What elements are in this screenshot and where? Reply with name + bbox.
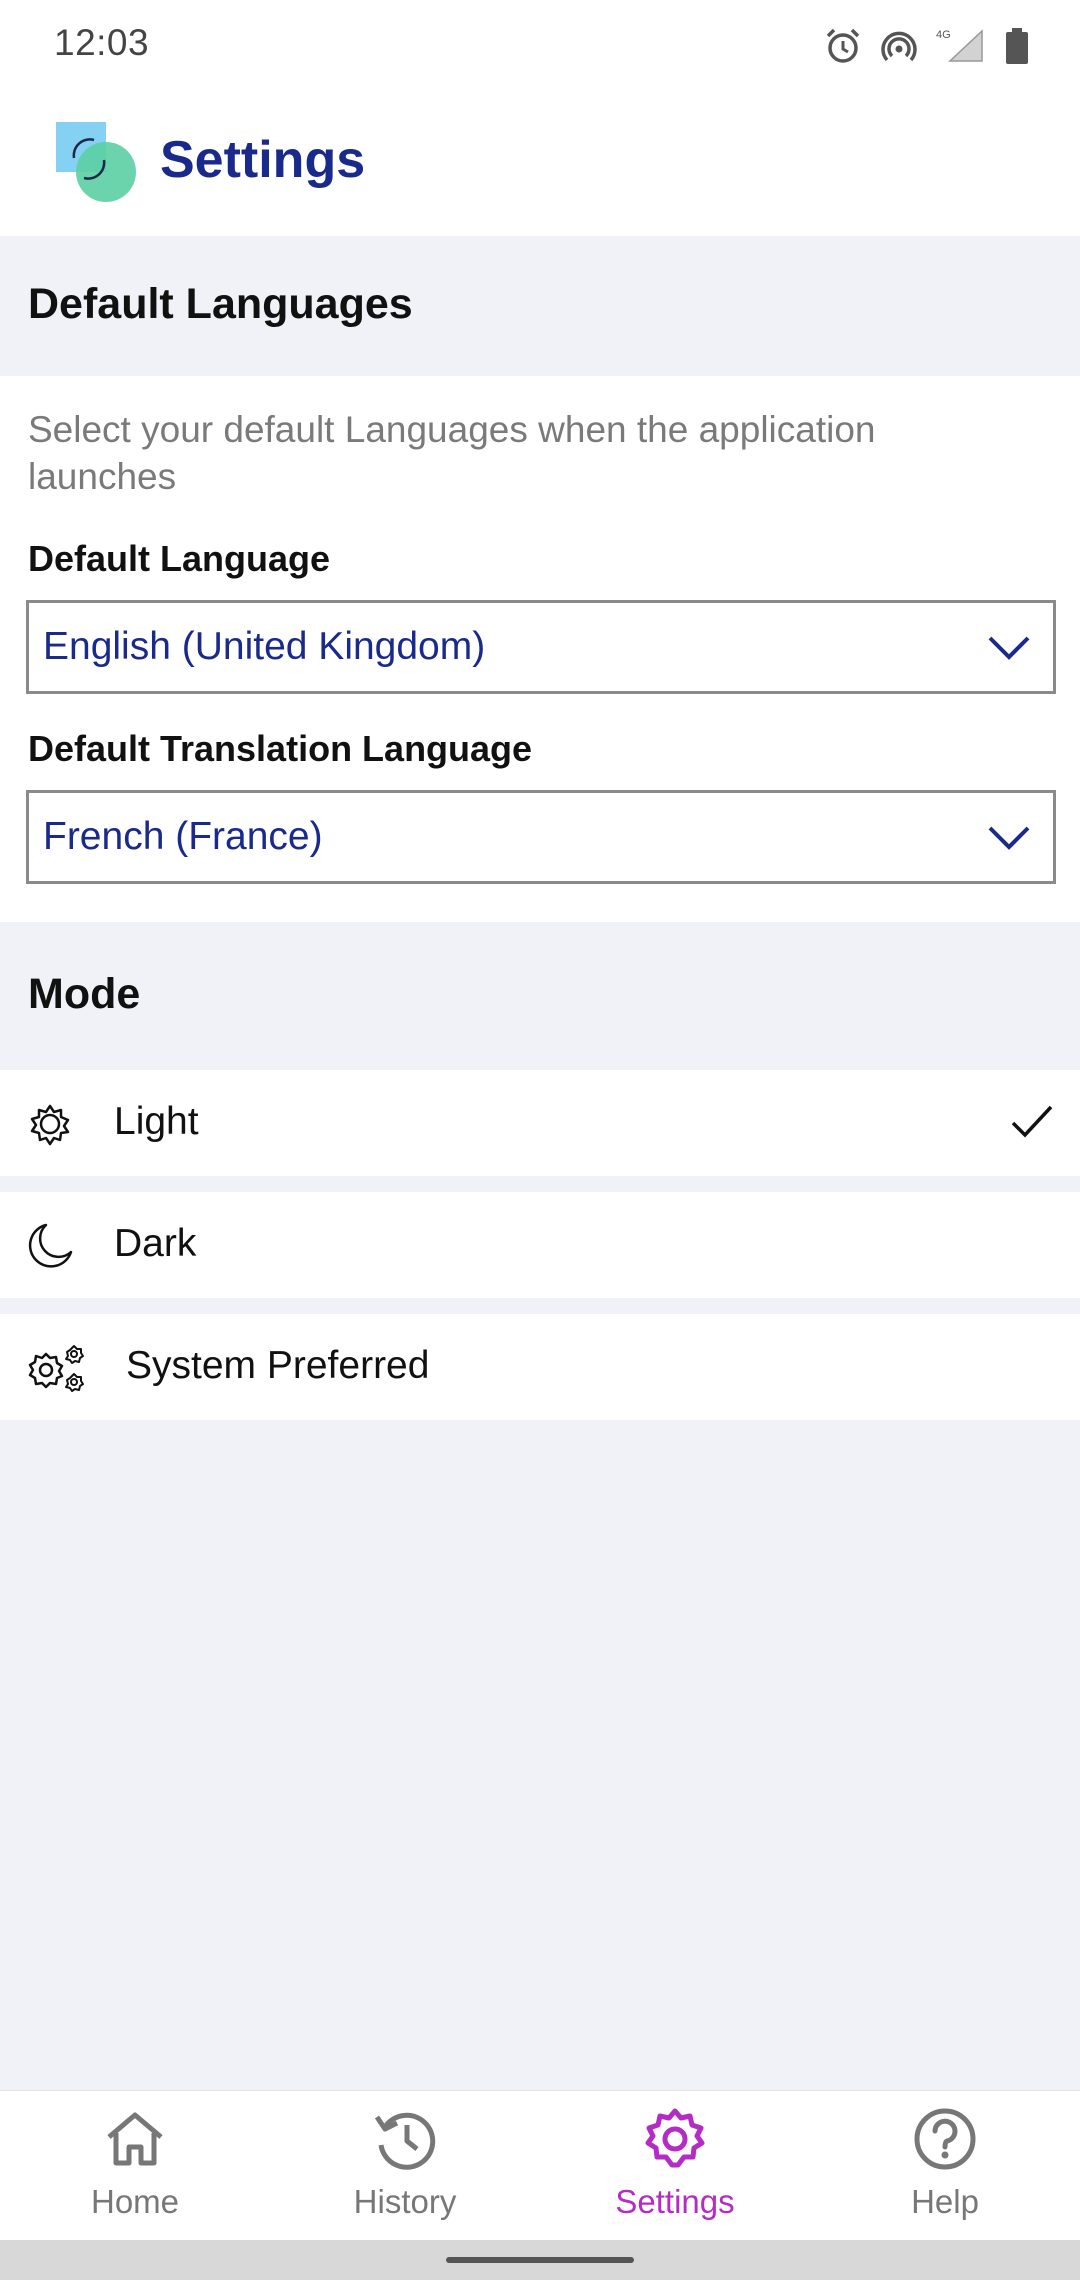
app-logo-icon xyxy=(54,120,138,204)
languages-panel: Select your default Languages when the a… xyxy=(0,376,1080,922)
status-icons: 4G xyxy=(824,24,1030,68)
status-time: 12:03 xyxy=(54,22,150,63)
app-header: Settings xyxy=(0,90,1080,236)
nav-label-home: Home xyxy=(90,2183,180,2220)
nav-item-home[interactable]: Home xyxy=(0,2091,270,2241)
status-bar: 12:03 4G xyxy=(0,0,1080,90)
mode-option-system[interactable]: System Preferred xyxy=(0,1314,1080,1420)
gesture-bar xyxy=(0,2240,1080,2280)
default-language-select[interactable]: English (United Kingdom) xyxy=(26,600,1056,694)
mode-section-title: Mode xyxy=(28,970,141,1018)
settings-screen: 12:03 4G Settings Default Languages Sele… xyxy=(0,0,1080,2280)
nav-label-settings: Settings xyxy=(615,2183,735,2220)
nav-item-help[interactable]: Help xyxy=(810,2091,1080,2241)
gears-icon xyxy=(26,1344,86,1392)
chevron-down-icon xyxy=(987,823,1031,853)
help-icon xyxy=(911,2105,979,2173)
mode-label-dark: Dark xyxy=(114,1222,197,1265)
history-icon xyxy=(371,2105,439,2173)
mode-option-light[interactable]: Light xyxy=(0,1070,1080,1176)
mode-option-dark[interactable]: Dark xyxy=(0,1192,1080,1298)
sun-icon xyxy=(26,1100,74,1148)
default-language-value: English (United Kingdom) xyxy=(43,625,486,668)
4g-signal-icon: 4G xyxy=(936,27,986,65)
mode-section-header: Mode xyxy=(0,922,1080,1068)
page-title: Settings xyxy=(160,131,366,189)
home-icon xyxy=(101,2105,169,2173)
bottom-nav: Home History Settings Help xyxy=(0,2090,1080,2240)
gesture-handle[interactable] xyxy=(446,2257,634,2263)
default-language-label: Default Language xyxy=(28,538,331,579)
checkmark-icon xyxy=(1010,1102,1054,1142)
translation-language-select[interactable]: French (France) xyxy=(26,790,1056,884)
hotspot-icon xyxy=(880,27,918,65)
nav-item-history[interactable]: History xyxy=(270,2091,540,2241)
translation-language-label: Default Translation Language xyxy=(28,728,533,769)
mode-label-light: Light xyxy=(114,1100,199,1143)
chevron-down-icon xyxy=(987,633,1031,663)
alarm-icon xyxy=(824,27,862,65)
languages-section-title: Default Languages xyxy=(28,280,413,328)
languages-section-header: Default Languages xyxy=(0,236,1080,376)
nav-label-history: History xyxy=(353,2183,457,2220)
network-type-label: 4G xyxy=(936,29,951,41)
battery-icon xyxy=(1004,27,1030,65)
nav-item-settings[interactable]: Settings xyxy=(540,2091,810,2241)
translation-language-value: French (France) xyxy=(43,815,323,858)
moon-icon xyxy=(26,1222,74,1270)
nav-label-help: Help xyxy=(911,2183,979,2220)
languages-description: Select your default Languages when the a… xyxy=(28,409,876,497)
settings-gear-icon xyxy=(641,2105,709,2173)
mode-label-system: System Preferred xyxy=(126,1344,430,1387)
